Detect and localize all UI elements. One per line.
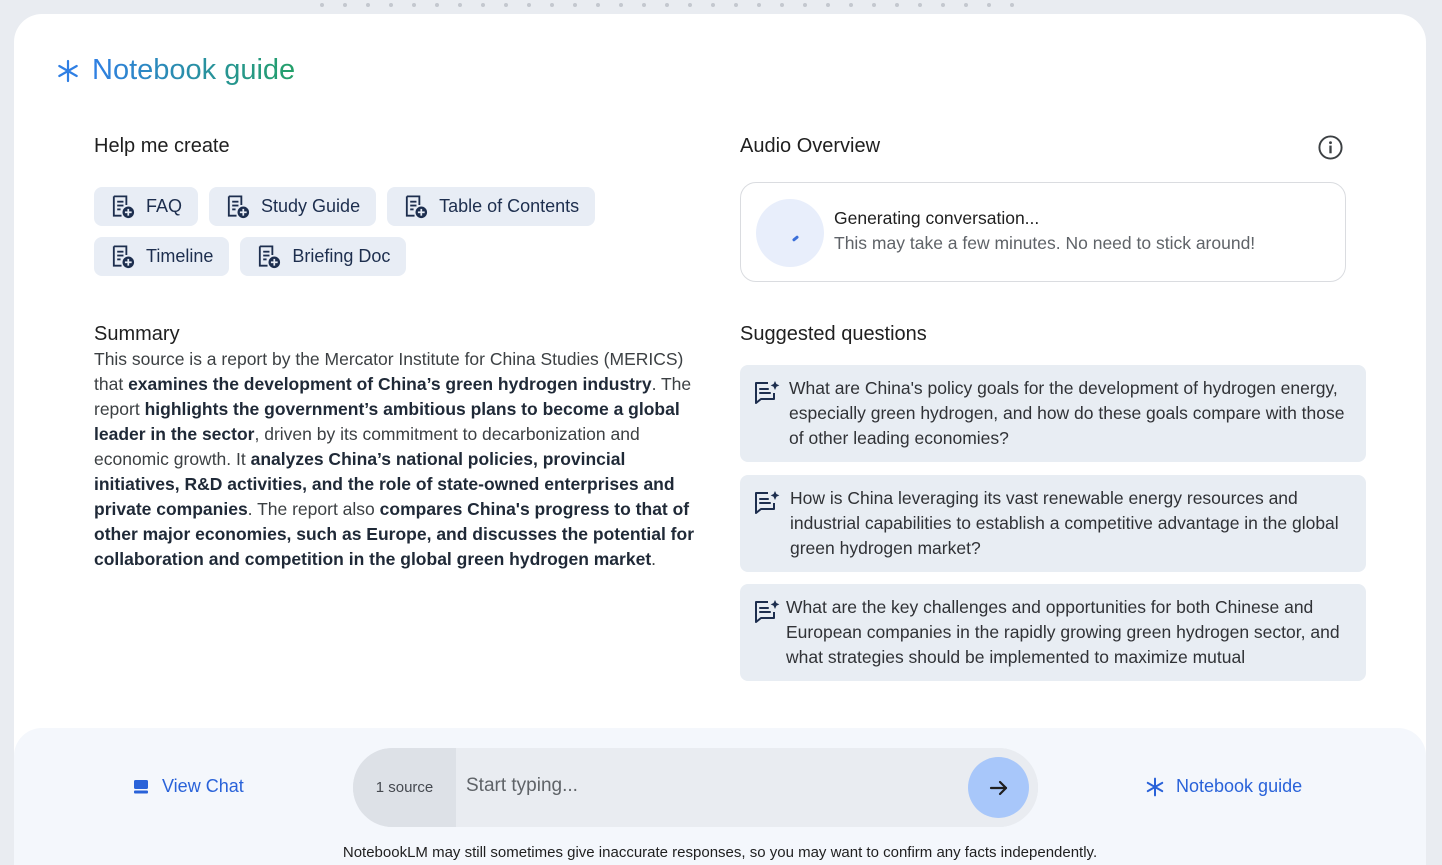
note-add-icon xyxy=(112,245,135,269)
summary-text: This source is a report by the Mercator … xyxy=(94,347,699,572)
chip-label: Timeline xyxy=(146,246,214,266)
timeline-chip[interactable]: Timeline xyxy=(94,237,230,276)
question-text: What are the key challenges and opportun… xyxy=(786,597,1340,667)
chat-footer: View Chat 1 source Notebook guide Notebo… xyxy=(14,728,1426,865)
arrow-right-icon xyxy=(989,780,1007,795)
sparkle-icon xyxy=(1146,777,1164,796)
suggested-question[interactable]: What are China's policy goals for the de… xyxy=(740,365,1366,462)
chip-label: Table of Contents xyxy=(439,196,580,216)
note-add-icon xyxy=(112,195,135,219)
note-add-icon xyxy=(259,245,281,269)
send-button[interactable] xyxy=(968,757,1029,818)
chip-label: FAQ xyxy=(146,196,183,216)
summary-segment: . xyxy=(651,549,657,569)
chip-label: Briefing Doc xyxy=(292,246,391,266)
help-chips: FAQ Study Guide Table of Contents Timeli… xyxy=(94,187,654,276)
table-of-contents-chip[interactable]: Table of Contents xyxy=(387,187,596,226)
audio-progress-spinner xyxy=(756,199,824,267)
note-add-icon xyxy=(405,195,428,219)
disclaimer-text: NotebookLM may still sometimes give inac… xyxy=(342,844,1098,861)
guide-title: Notebook guide xyxy=(92,54,296,86)
view-chat-label: View Chat xyxy=(162,776,244,796)
suggested-question[interactable]: What are the key challenges and opportun… xyxy=(740,584,1366,681)
audio-status: Generating conversation... xyxy=(834,208,1040,228)
source-count-button[interactable]: 1 source xyxy=(353,748,456,827)
audio-overview-card: Generating conversation... This may take… xyxy=(740,182,1346,282)
summary-segment: . The report also xyxy=(247,499,380,519)
chat-panel-icon xyxy=(134,779,148,793)
audio-overview-heading: Audio Overview xyxy=(740,135,881,157)
suggested-questions-heading: Suggested questions xyxy=(740,323,927,345)
notebook-guide-button[interactable]: Notebook guide xyxy=(1145,776,1302,797)
briefing-doc-chip[interactable]: Briefing Doc xyxy=(240,237,407,276)
study-guide-chip[interactable]: Study Guide xyxy=(209,187,377,226)
summary-segment: examines the development of China’s gree… xyxy=(128,374,652,394)
info-icon[interactable] xyxy=(1317,134,1344,161)
sparkle-icon xyxy=(58,59,78,82)
notebook-guide-label: Notebook guide xyxy=(1176,776,1303,796)
question-text: What are China's policy goals for the de… xyxy=(789,378,1345,448)
note-add-icon xyxy=(227,195,250,219)
audio-note: This may take a few minutes. No need to … xyxy=(834,233,1256,253)
drag-handle[interactable] xyxy=(320,3,1120,9)
chip-label: Study Guide xyxy=(261,196,361,216)
faq-chip[interactable]: FAQ xyxy=(94,187,199,226)
suggested-question[interactable]: How is China leveraging its vast renewab… xyxy=(740,475,1366,572)
view-chat-button[interactable]: View Chat xyxy=(132,776,244,797)
chat-question-icon xyxy=(755,600,780,623)
question-text: How is China leveraging its vast renewab… xyxy=(790,488,1339,558)
chat-question-icon xyxy=(755,491,780,514)
chat-input-wrapper xyxy=(456,748,1038,827)
chat-input-bar: 1 source xyxy=(353,748,1038,827)
chat-input[interactable] xyxy=(466,770,946,802)
chat-question-icon xyxy=(755,381,780,404)
help-me-create-heading: Help me create xyxy=(94,135,230,157)
guide-header: Notebook guide xyxy=(56,54,295,87)
summary-heading: Summary xyxy=(94,323,180,345)
